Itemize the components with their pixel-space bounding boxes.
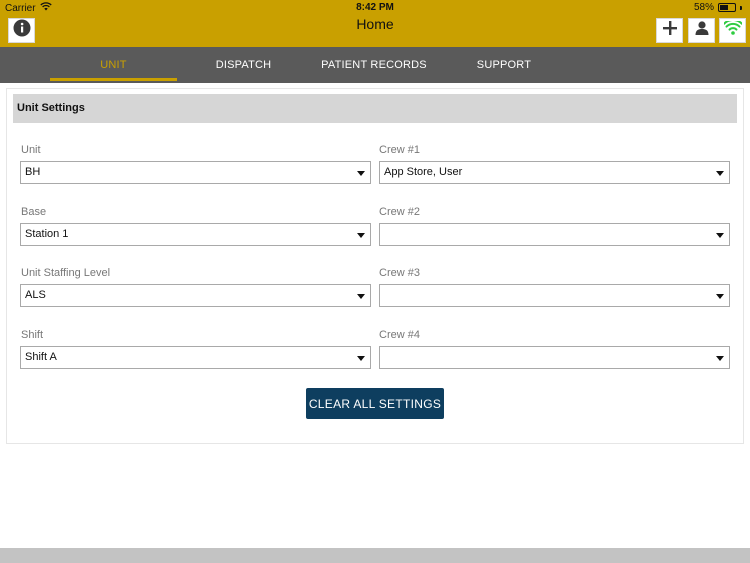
- tab-unit[interactable]: UNIT: [50, 47, 177, 83]
- crew-2-select[interactable]: [379, 223, 730, 246]
- add-button[interactable]: [656, 18, 683, 43]
- base-select[interactable]: Station 1: [20, 223, 371, 246]
- tab-bar: UNIT DISPATCH PATIENT RECORDS SUPPORT: [0, 47, 750, 83]
- tab-support[interactable]: SUPPORT: [458, 47, 550, 83]
- dropdown-arrow-icon: [716, 356, 724, 361]
- info-icon: [13, 19, 31, 42]
- app-header: Carrier 8:42 PM 58% Home: [0, 0, 750, 47]
- tab-patient-records[interactable]: PATIENT RECORDS: [310, 47, 438, 83]
- shift-select[interactable]: Shift A: [20, 346, 371, 369]
- plus-icon: [662, 20, 678, 41]
- unit-staffing-level-value: ALS: [25, 289, 46, 301]
- base-select-value: Station 1: [25, 228, 69, 240]
- clock: 8:42 PM: [356, 2, 394, 13]
- battery-percent: 58%: [693, 2, 714, 13]
- unit-settings-title: Unit Settings: [13, 94, 737, 123]
- bottom-bar: [0, 548, 750, 563]
- dropdown-arrow-icon: [357, 233, 365, 238]
- crew-4-select[interactable]: [379, 346, 730, 369]
- connection-status-button[interactable]: [719, 18, 746, 43]
- crew-3-label: Crew #3: [379, 267, 420, 279]
- shift-select-value: Shift A: [25, 351, 57, 363]
- base-label: Base: [21, 206, 47, 218]
- dropdown-arrow-icon: [357, 171, 365, 176]
- dropdown-arrow-icon: [716, 294, 724, 299]
- clear-all-settings-button[interactable]: CLEAR ALL SETTINGS: [306, 388, 444, 419]
- unit-select-value: BH: [25, 166, 41, 178]
- info-button[interactable]: [8, 18, 35, 43]
- tab-dispatch[interactable]: DISPATCH: [196, 47, 291, 83]
- crew-3-select[interactable]: [379, 284, 730, 307]
- shift-label: Shift: [21, 329, 44, 341]
- unit-select[interactable]: BH: [20, 161, 371, 184]
- unit-staffing-level-select[interactable]: ALS: [20, 284, 371, 307]
- unit-label: Unit: [21, 144, 41, 156]
- crew-4-label: Crew #4: [379, 329, 420, 341]
- wifi-icon: [722, 19, 743, 40]
- status-bar: Carrier 8:42 PM 58%: [0, 0, 750, 16]
- user-icon: [694, 20, 710, 41]
- battery-indicator: 58%: [694, 2, 742, 13]
- battery-icon: [718, 3, 736, 12]
- user-button[interactable]: [688, 18, 715, 43]
- unit-staffing-level-label: Unit Staffing Level: [21, 267, 111, 279]
- dropdown-arrow-icon: [716, 171, 724, 176]
- crew-2-label: Crew #2: [379, 206, 420, 218]
- crew-1-select-value: App Store, User: [384, 166, 463, 178]
- dropdown-arrow-icon: [716, 233, 724, 238]
- crew-1-label: Crew #1: [379, 144, 420, 156]
- crew-1-select[interactable]: App Store, User: [379, 161, 730, 184]
- dropdown-arrow-icon: [357, 294, 365, 299]
- page-title: Home: [356, 16, 394, 32]
- dropdown-arrow-icon: [357, 356, 365, 361]
